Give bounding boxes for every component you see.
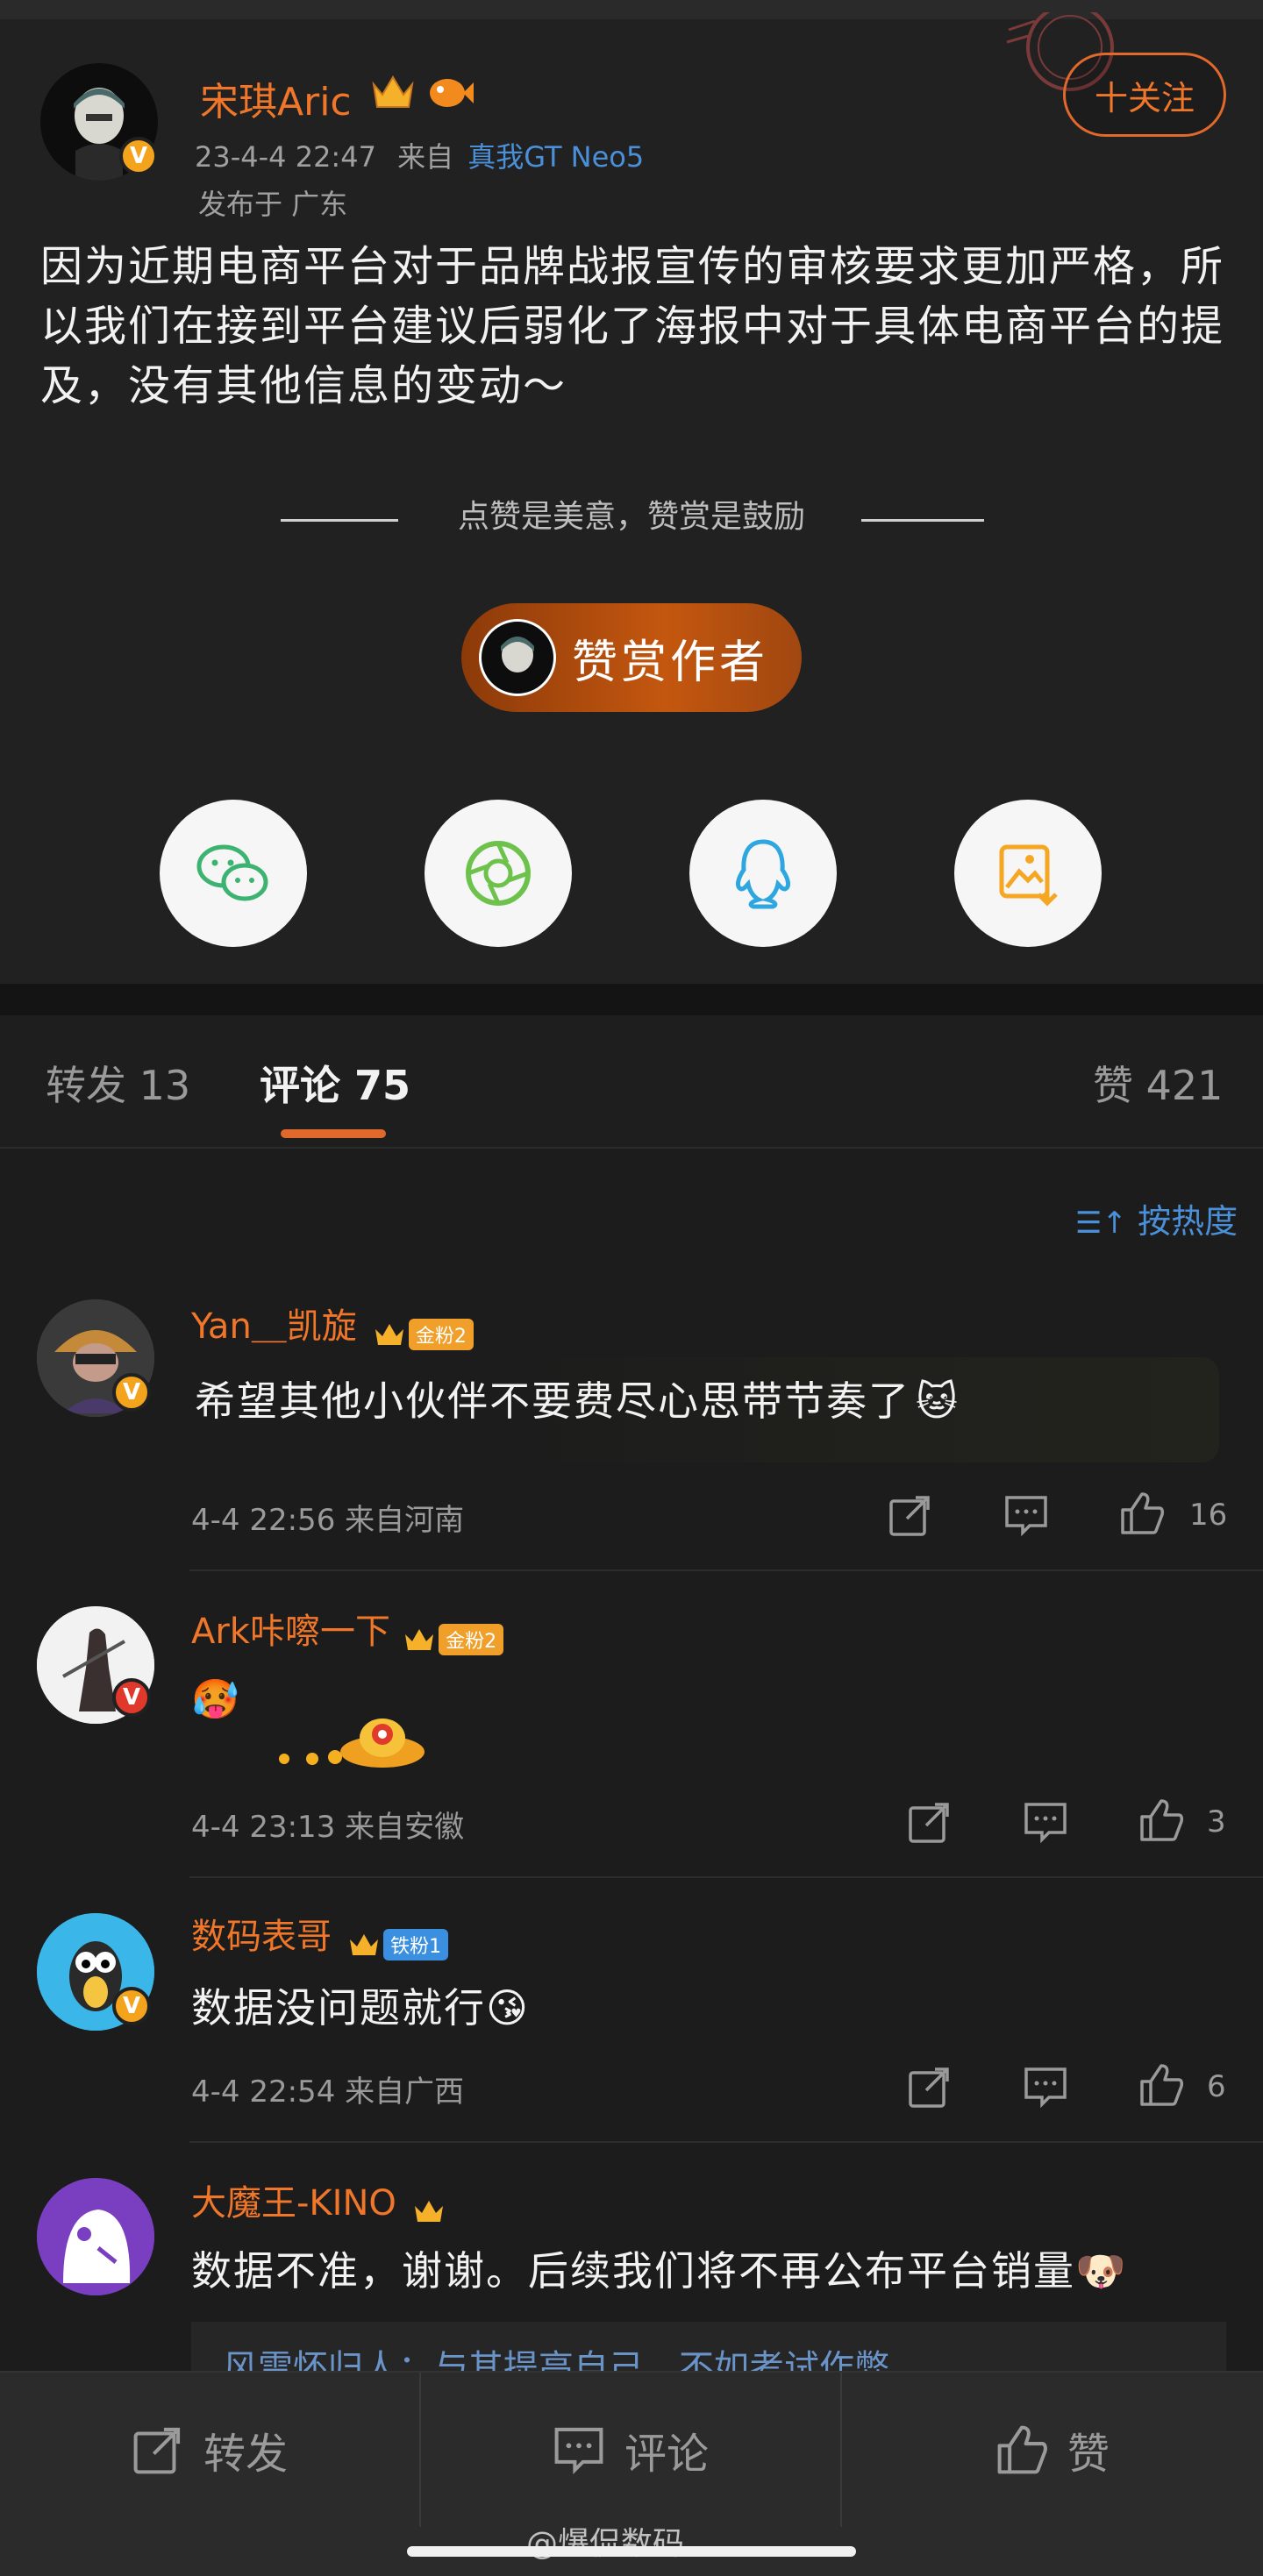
post-text: 因为近期电商平台对于品牌战报宣传的审核要求更加严格，所以我们在接到平台建议后弱化… [40, 242, 1225, 410]
bottom-repost-label: 转发 [203, 2430, 288, 2479]
comment-header: Yan＿凯旋 金粉2 [191, 1298, 474, 1350]
reward-label: 赞赏作者 [572, 636, 769, 689]
vip-crown-icon [405, 1628, 434, 1650]
wechat-icon [196, 844, 268, 901]
reward-author-button[interactable]: 赞赏作者 [461, 603, 802, 712]
tab-repost[interactable]: 转发 13 [46, 1054, 190, 1112]
row-separator [189, 1876, 1263, 1878]
comment-icon[interactable] [1003, 1492, 1049, 1538]
bottom-like-button[interactable]: 赞 [842, 2373, 1263, 2527]
repost-icon [133, 2427, 181, 2474]
reward-avatar-image [501, 637, 534, 672]
vip-crown-icon [414, 2200, 443, 2222]
commenter-avatar-image [37, 2178, 154, 2295]
comment-text: 希望其他小伙伴不要费尽心思带节奏了 🐱 [195, 1370, 960, 1427]
fan-badge: 铁粉1 [383, 1928, 449, 1960]
cat-emoji-icon: 🐱 [916, 1377, 960, 1425]
vip-crown-icon [350, 1933, 379, 1955]
fan-badge: 金粉2 [408, 1318, 474, 1350]
sort-button[interactable]: ☰↑ 按热度 [1075, 1194, 1238, 1242]
divider-line-right [861, 519, 984, 522]
sort-icon: ☰↑ [1075, 1206, 1127, 1241]
comment-meta: 4-4 22:56 来自河南 [191, 1503, 465, 1538]
commenter-name[interactable]: 数码表哥 [191, 1917, 332, 1957]
comment-meta: 4-4 23:13 来自安徽 [191, 1810, 465, 1845]
reward-slogan: 点赞是美意，赞赏是鼓励 [457, 499, 805, 535]
bottom-comment-button[interactable]: 评论 [421, 2373, 840, 2527]
follow-button[interactable]: 十关注 [1063, 53, 1226, 137]
repost-icon[interactable] [907, 2064, 953, 2110]
like-count: 6 [1207, 2069, 1226, 2104]
share-wechat-button[interactable] [160, 800, 307, 947]
share-qq-button[interactable] [689, 800, 837, 947]
sticker-emoji-icon: 🥵 [191, 1677, 239, 1722]
row-separator [189, 2141, 1263, 2143]
like-count: 3 [1207, 1804, 1226, 1839]
like-icon[interactable] [1138, 2062, 1184, 2108]
ufo-sticker-icon [279, 1719, 425, 1768]
like-icon [997, 2425, 1047, 2474]
author-name[interactable]: 宋琪Aric [200, 70, 352, 126]
save-image-icon [999, 844, 1058, 907]
fan-badge: 金粉2 [439, 1623, 504, 1655]
verified-badge-icon: V [112, 1987, 151, 2025]
fish-emblem-icon [430, 79, 474, 107]
dog-emoji-icon: 🐶 [1075, 2247, 1128, 2295]
verified-badge-icon: V [112, 1678, 151, 1717]
like-count: 16 [1189, 1498, 1228, 1533]
comment-header: 大魔王-KINO [191, 2174, 445, 2225]
verified-badge-icon: V [119, 137, 158, 175]
sort-label: 按热度 [1138, 1202, 1238, 1241]
post-device[interactable]: 真我GT Neo5 [467, 140, 644, 174]
commenter-name[interactable]: 大魔王-KINO [191, 2183, 396, 2224]
tab-comment[interactable]: 评论 75 [260, 1054, 410, 1112]
qq-icon [735, 839, 791, 909]
comment-text: 数据没问题就行😘 [191, 1976, 530, 2034]
comment-text-content: 数据没问题就行 [191, 1984, 486, 2032]
comment-icon[interactable] [1023, 1799, 1068, 1845]
post-meta: 23-4-4 22:47 来自 真我GT Neo5 [195, 135, 644, 175]
reward-avatar [479, 619, 556, 696]
comment-icon [554, 2427, 603, 2474]
active-tab-indicator [281, 1129, 386, 1138]
like-icon[interactable] [1119, 1491, 1165, 1536]
post-from-label: 来自 [397, 140, 454, 174]
moments-icon [466, 841, 531, 906]
commenter-name[interactable]: Yan＿凯旋 [191, 1306, 357, 1347]
post-location: 发布于 广东 [198, 188, 348, 221]
vip-crown-icon [375, 1323, 403, 1345]
interaction-tabs: 转发 13 评论 75 赞 421 [0, 1015, 1263, 1149]
save-image-button[interactable] [954, 800, 1102, 947]
bottom-repost-button[interactable]: 转发 [0, 2373, 419, 2527]
comment-meta: 4-4 22:54 来自广西 [191, 2074, 465, 2110]
share-moments-button[interactable] [425, 800, 572, 947]
commenter-avatar[interactable] [37, 2178, 154, 2295]
comment-text-content: 希望其他小伙伴不要费尽心思带节奏了 [195, 1377, 910, 1425]
comment-header: 数码表哥 铁粉1 [191, 1908, 449, 1960]
watermark: @爆侃数码 [526, 2526, 685, 2562]
tab-like[interactable]: 赞 421 [1093, 1054, 1223, 1112]
repost-icon[interactable] [907, 1799, 953, 1845]
vip-crown-icon [372, 75, 414, 108]
comment-text-content: 数据不准，谢谢。后续我们将不再公布平台销量 [191, 2247, 1075, 2295]
commenter-name[interactable]: Ark咔嚓一下 [191, 1612, 390, 1652]
verified-badge-icon: V [112, 1373, 151, 1412]
like-icon[interactable] [1138, 1797, 1184, 1843]
bottom-like-label: 赞 [1067, 2430, 1110, 2479]
bottom-comment-label: 评论 [624, 2430, 709, 2479]
comment-header: Ark咔嚓一下 金粉2 [191, 1603, 504, 1655]
comment-text: 数据不准，谢谢。后续我们将不再公布平台销量🐶 [191, 2239, 1127, 2297]
post-time: 23-4-4 22:47 [195, 140, 376, 174]
section-separator [0, 984, 1263, 1015]
repost-icon[interactable] [888, 1492, 933, 1538]
wink-emoji-icon: 😘 [486, 1984, 530, 2032]
home-indicator[interactable] [407, 2546, 856, 2557]
row-separator [189, 1569, 1263, 1571]
comment-icon[interactable] [1023, 2064, 1068, 2110]
